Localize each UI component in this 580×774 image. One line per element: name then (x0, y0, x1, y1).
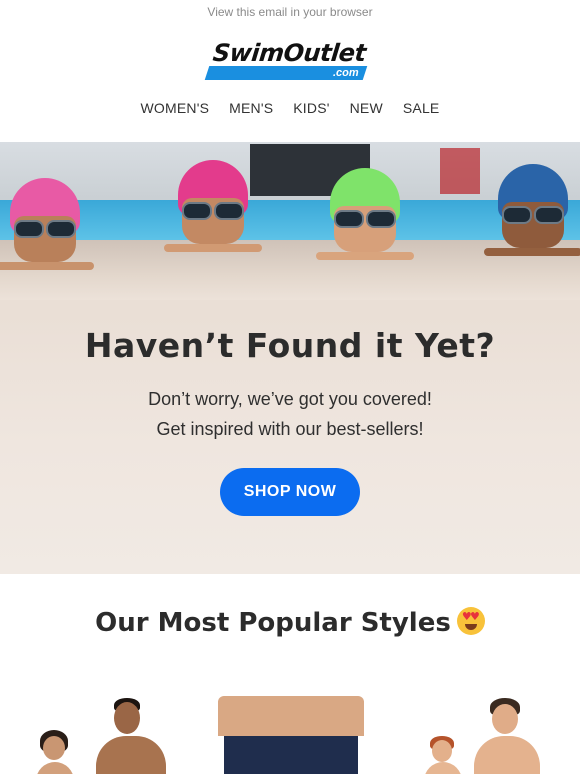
popular-styles-heading: Our Most Popular Styles (0, 607, 580, 638)
hero-subtitle-line-1: Don’t worry, we’ve got you covered! (148, 389, 432, 409)
view-in-browser-link[interactable]: View this email in your browser (207, 5, 372, 19)
shop-now-button[interactable]: SHOP NOW (220, 468, 360, 516)
nav-item-mens[interactable]: MEN'S (229, 100, 273, 116)
nav-item-sale[interactable]: SALE (403, 100, 440, 116)
hero-subtitle-line-2: Get inspired with our best-sellers! (156, 419, 424, 439)
product-image-boy-swimmer[interactable] (424, 736, 464, 774)
heart-eyes-emoji-icon (456, 607, 485, 635)
product-image-mens-swimmer[interactable] (96, 696, 170, 774)
email-preheader: View this email in your browser (0, 0, 580, 26)
logo-wordmark: SwimOutlet (211, 39, 368, 67)
product-image-kid-swimmer[interactable] (36, 730, 76, 774)
swimmer-green-cap (316, 168, 414, 260)
logo-domain-suffix: .com (333, 67, 359, 79)
nav-item-womens[interactable]: WOMEN'S (141, 100, 210, 116)
swimoutlet-logo[interactable]: SwimOutlet .com (204, 38, 379, 84)
popular-products-row (0, 690, 580, 774)
popular-styles-title: Our Most Popular Styles (95, 608, 451, 638)
hero-background-sign (440, 148, 480, 194)
product-image-mens-trunks[interactable] (218, 696, 364, 774)
swimmer-blue-cap (484, 164, 580, 256)
swimmer-magenta-cap (164, 160, 262, 252)
nav-item-kids[interactable]: KIDS' (293, 100, 329, 116)
nav-item-new[interactable]: NEW (350, 100, 383, 116)
swimmer-pink-cap-left (0, 178, 94, 270)
category-nav: WOMEN'S MEN'S KIDS' NEW SALE (0, 100, 580, 116)
hero-pool-water (0, 200, 580, 242)
product-image-adult-swimmer[interactable] (474, 698, 544, 774)
hero-title: Haven’t Found it Yet? (84, 326, 496, 365)
hero-banner[interactable]: Haven’t Found it Yet? Don’t worry, we’ve… (0, 142, 580, 574)
